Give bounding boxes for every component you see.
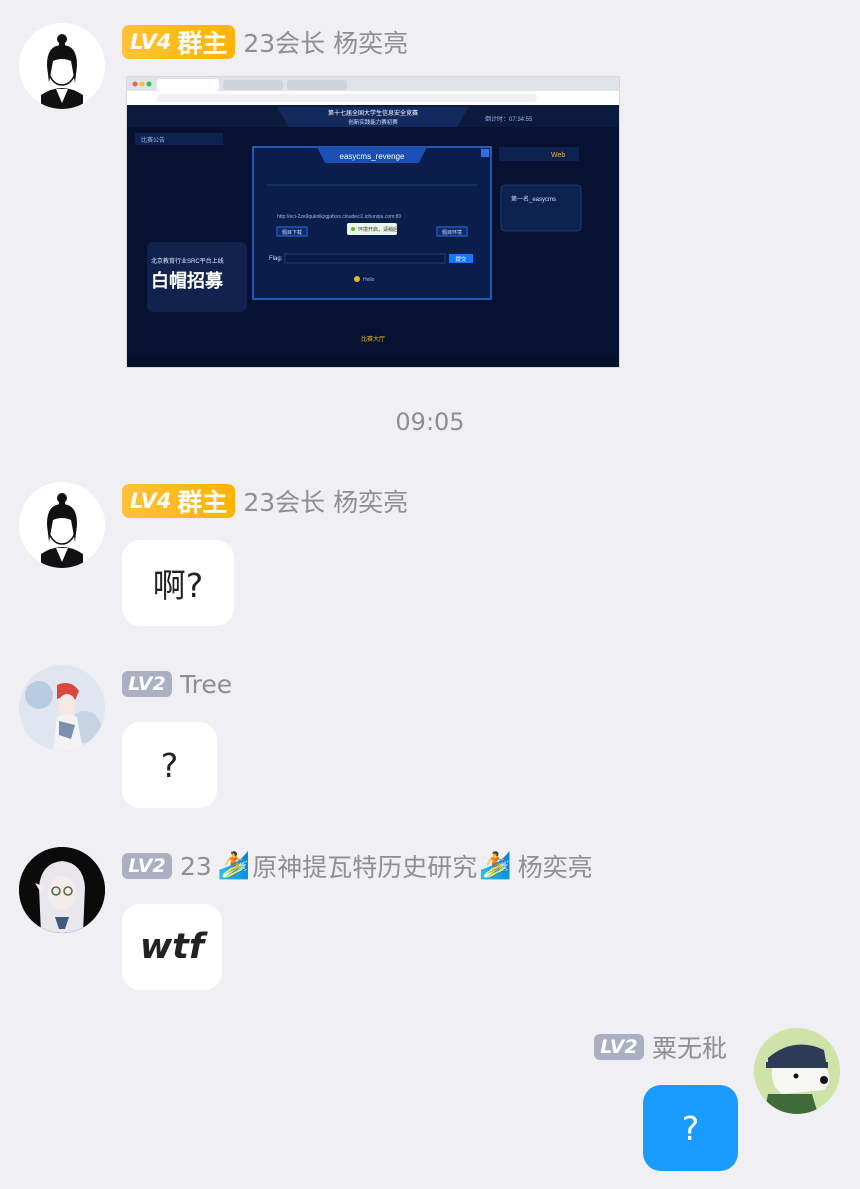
svg-text:http://eci-2ze9quknlkzgjafxvs.: http://eci-2ze9quknlkzgjafxvs.cloudeci1.… [277,214,401,220]
svg-text:Flag:: Flag: [269,256,283,262]
sender-line: LV2 Tree [122,667,232,701]
level-badge: LV2 [122,671,172,697]
svg-text:easycms_revenge: easycms_revenge [340,152,405,161]
sender-line: LV4 群主 23会长 杨奕亮 [122,484,408,518]
message-bubble[interactable]: ? [122,722,217,808]
svg-text:环境开启，请稍后…: 环境开启，请稍后… [358,226,403,233]
level-badge: LV2 [122,853,172,879]
sender-middle: 原神提瓦特历史研究 [252,853,478,882]
svg-text:白帽招募: 白帽招募 [151,270,224,291]
svg-text:比赛大厅: 比赛大厅 [361,335,385,343]
message-bubble[interactable]: ? [643,1085,738,1171]
svg-text:北京教育行业SRC平台上线: 北京教育行业SRC平台上线 [151,257,224,265]
sender-name: 23会长 杨奕亮 [243,488,409,517]
sender-prefix: 23 [180,851,212,881]
level-badge: LV4 群主 [122,25,236,59]
svg-text:倒计时：07:34:55: 倒计时：07:34:55 [485,115,533,123]
svg-text:提交: 提交 [455,255,467,263]
level-badge: LV2 [594,1034,644,1060]
sender-line: LV4 群主 23会长 杨奕亮 [122,25,408,59]
avatar-tree[interactable] [19,665,105,751]
surfer-icon: 🏄 [479,851,512,881]
svg-text:第一名_easycms: 第一名_easycms [511,195,556,203]
avatar-self[interactable] [754,1028,840,1114]
avatar-group-owner[interactable] [19,23,105,109]
svg-text:题目下载: 题目下载 [282,229,302,236]
sender-suffix: 杨奕亮 [517,853,593,882]
svg-text:Web: Web [551,152,565,159]
sender-line: LV2 23 🏄 原神提瓦特历史研究 🏄 杨奕亮 [122,849,593,883]
notice-title: 比赛公告 [141,136,165,144]
message-bubble[interactable]: wtf [122,904,222,990]
screenshot-image[interactable]: 比赛公告 第十七届全国大学生信息安全竞赛 创新实践能力赛初赛 倒计时：07:34… [126,76,620,368]
svg-text:第十七届全国大学生信息安全竞赛: 第十七届全国大学生信息安全竞赛 [328,109,418,117]
sender-name: 23会长 杨奕亮 [243,29,409,58]
message-bubble[interactable]: 啊? [122,540,234,626]
sender-line: LV2 粟无秕 [594,1030,727,1064]
level-badge: LV4 群主 [122,484,236,518]
timestamp: 09:05 [395,408,465,436]
sender-name: Tree [180,669,233,699]
avatar-group-owner[interactable] [19,482,105,568]
svg-text:Hello: Hello [363,277,375,283]
sender-name: 粟无秕 [652,1034,728,1063]
svg-text:创新实践能力赛初赛: 创新实践能力赛初赛 [348,118,398,126]
avatar-historian[interactable] [19,847,105,933]
svg-text:题目环境: 题目环境 [442,229,462,236]
surfer-icon: 🏄 [217,851,251,881]
